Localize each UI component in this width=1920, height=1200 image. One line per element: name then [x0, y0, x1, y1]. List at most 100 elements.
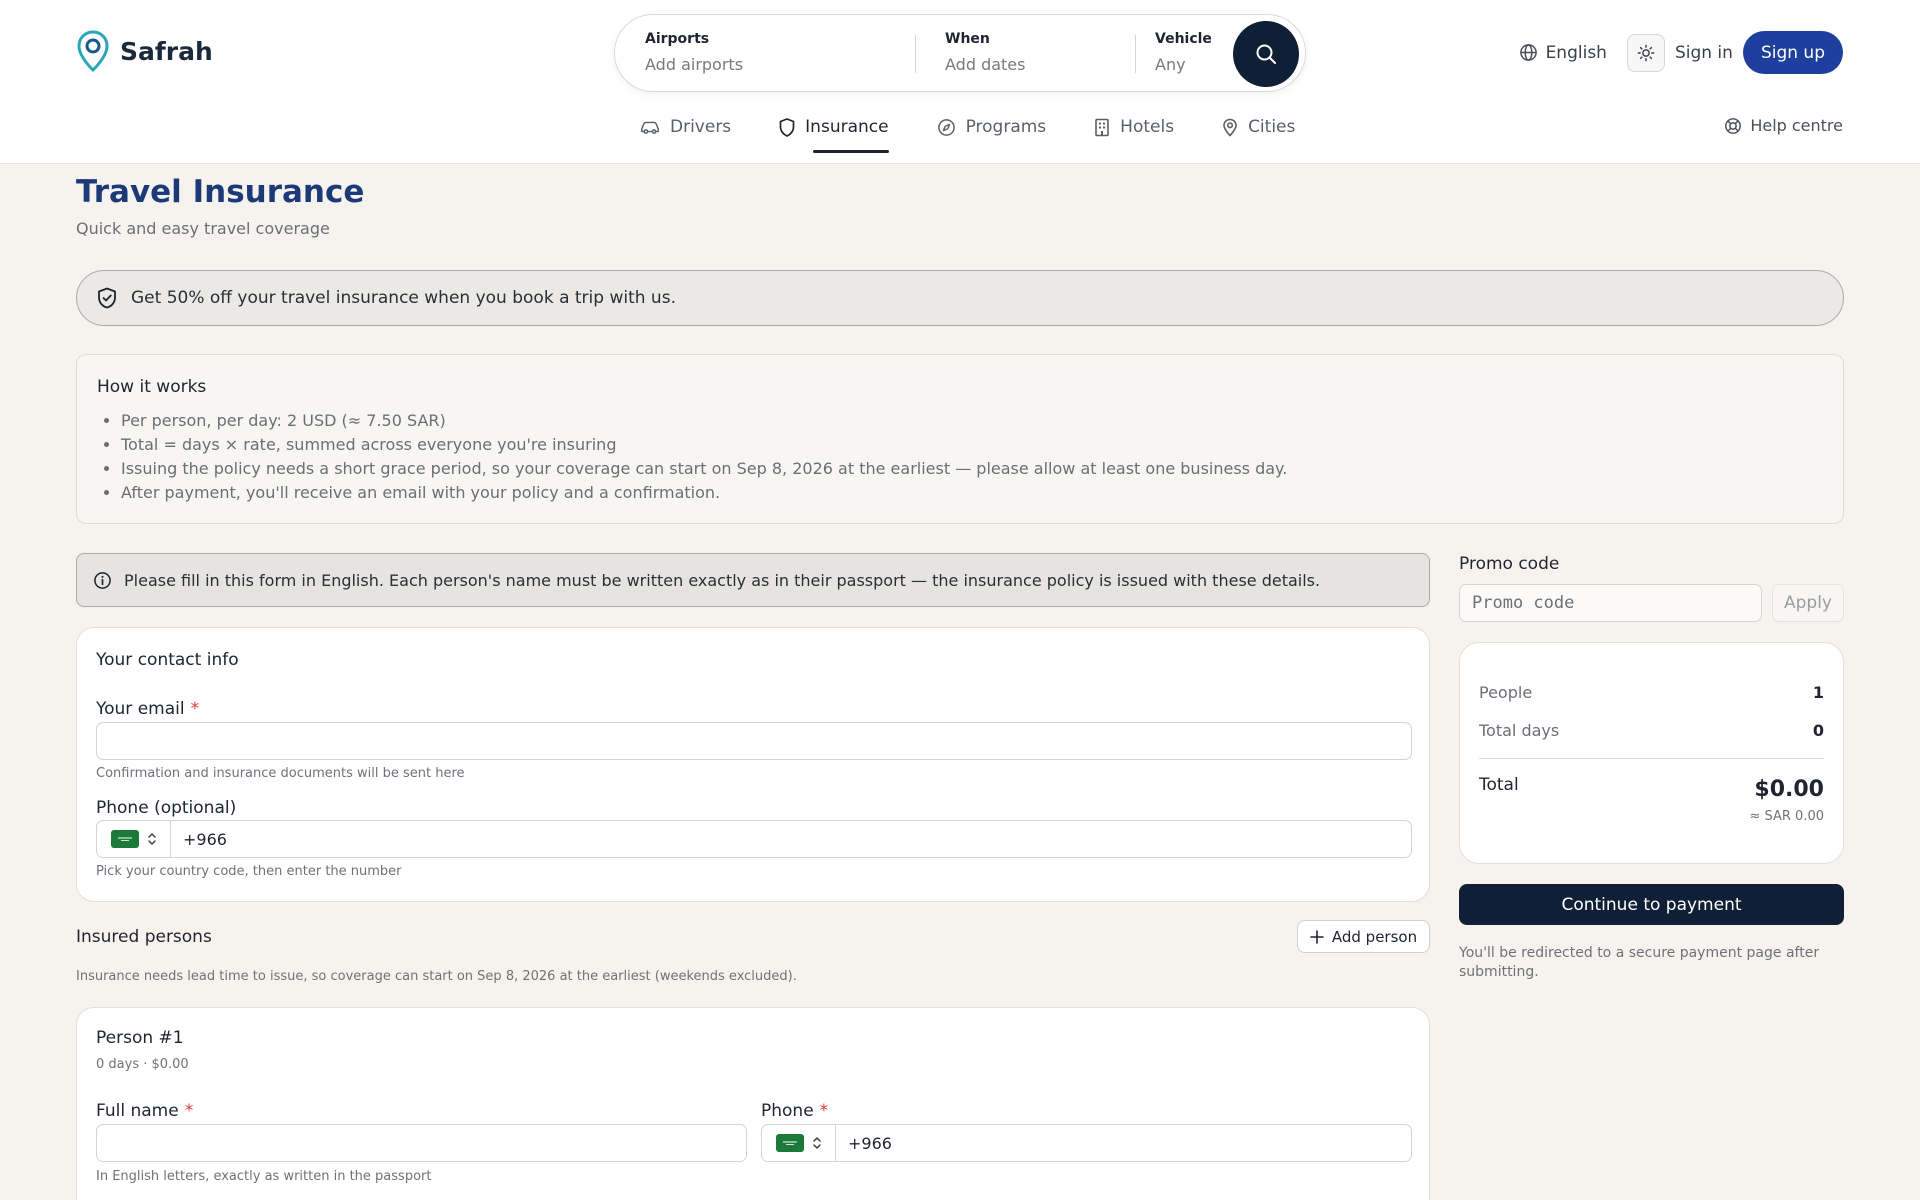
country-code-select[interactable]	[762, 1125, 836, 1161]
when-label: When	[945, 31, 990, 47]
nav-label: Cities	[1248, 117, 1296, 137]
vehicle-field[interactable]: Vehicle Any	[1155, 31, 1212, 74]
list-item: Issuing the policy needs a short grace p…	[121, 457, 1823, 481]
car-icon	[640, 119, 660, 135]
summary-divider	[1479, 758, 1824, 759]
language-label: English	[1545, 42, 1607, 63]
nav-item-drivers[interactable]: Drivers	[640, 114, 731, 140]
top-actions: English Sign in Sign up	[1519, 31, 1843, 74]
saudi-flag-icon	[776, 1134, 804, 1152]
people-value: 1	[1812, 683, 1824, 702]
nav-label: Hotels	[1120, 117, 1175, 137]
contact-info-title: Your contact info	[96, 650, 239, 670]
notice-text: Please fill in this form in English. Eac…	[124, 570, 1321, 590]
vehicle-value: Any	[1155, 55, 1186, 74]
search-divider	[915, 35, 916, 73]
globe-icon	[1519, 43, 1538, 62]
top-header: Safrah Airports Add airports When Add da…	[0, 0, 1920, 164]
full-name-label-text: Full name	[96, 1101, 179, 1121]
nav-item-insurance[interactable]: Insurance	[779, 114, 889, 153]
email-field[interactable]	[96, 722, 1412, 760]
english-form-notice: Please fill in this form in English. Eac…	[76, 553, 1430, 607]
add-person-button[interactable]: Add person	[1297, 920, 1430, 953]
list-item: Per person, per day: 2 USD (≈ 7.50 SAR)	[121, 409, 1823, 433]
lifebuoy-icon	[1724, 117, 1742, 135]
people-label: People	[1479, 683, 1533, 702]
shield-check-icon	[97, 287, 117, 309]
nav-item-hotels[interactable]: Hotels	[1094, 114, 1174, 140]
contact-info-card: Your contact info Your email * Confirmati…	[76, 627, 1430, 902]
required-mark: *	[819, 1101, 829, 1121]
phone-number-input[interactable]: +966	[171, 830, 227, 849]
when-field[interactable]: When Add dates	[945, 31, 1025, 74]
brand-logo[interactable]: Safrah	[76, 30, 213, 72]
how-it-works-panel: How it works Per person, per day: 2 USD …	[76, 354, 1844, 524]
person-phone-number-input[interactable]: +966	[836, 1134, 892, 1153]
summary-days-row: Total days 0	[1479, 721, 1824, 740]
apply-promo-button[interactable]: Apply	[1772, 584, 1844, 622]
insured-persons-note: Insurance needs lead time to issue, so c…	[76, 969, 797, 984]
email-label: Your email *	[96, 699, 199, 719]
person-phone-label-text: Phone	[761, 1101, 814, 1121]
theme-toggle-button[interactable]	[1626, 33, 1665, 72]
page-title: Travel Insurance	[76, 174, 365, 210]
order-summary: People 1 Total days 0 Total $0.00 ≈ SAR …	[1459, 642, 1844, 864]
phone-field: +966	[96, 820, 1412, 858]
brand-name: Safrah	[120, 36, 213, 66]
full-name-label: Full name *	[96, 1101, 193, 1121]
compass-icon	[937, 118, 956, 137]
nav-item-cities[interactable]: Cities	[1222, 114, 1295, 140]
airports-value: Add airports	[645, 55, 744, 74]
full-name-field[interactable]	[96, 1124, 747, 1162]
how-it-works-list: Per person, per day: 2 USD (≈ 7.50 SAR) …	[97, 409, 1823, 505]
days-label: Total days	[1479, 721, 1560, 740]
continue-to-payment-button[interactable]: Continue to payment	[1459, 884, 1844, 925]
add-person-label: Add person	[1331, 927, 1418, 946]
vehicle-label: Vehicle	[1155, 31, 1212, 47]
email-label-text: Your email	[96, 699, 185, 719]
main-nav: Drivers Insurance Programs Hotels Cities	[640, 114, 1295, 153]
promo-code-input[interactable]: Promo code	[1459, 584, 1762, 622]
email-hint: Confirmation and insurance documents wil…	[96, 766, 465, 781]
sign-in-link[interactable]: Sign in	[1675, 43, 1733, 63]
insured-persons-title: Insured persons	[76, 927, 212, 947]
full-name-hint: In English letters, exactly as written i…	[96, 1169, 432, 1184]
person-card: Person #1 0 days · $0.00 Full name * In E…	[76, 1007, 1430, 1200]
search-icon	[1254, 42, 1278, 66]
shield-icon	[779, 117, 795, 137]
banner-text: Get 50% off your travel insurance when y…	[131, 288, 676, 308]
required-mark: *	[184, 1101, 194, 1121]
map-pin-logo-icon	[76, 30, 110, 72]
language-selector[interactable]: English	[1519, 43, 1607, 63]
info-icon	[93, 571, 112, 590]
nav-item-programs[interactable]: Programs	[937, 114, 1047, 140]
list-item: After payment, you'll receive an email w…	[121, 481, 1823, 505]
phone-label: Phone (optional)	[96, 798, 237, 818]
person-phone-label: Phone *	[761, 1101, 828, 1121]
search-bar[interactable]: Airports Add airports When Add dates Veh…	[614, 14, 1306, 92]
search-button[interactable]	[1233, 21, 1299, 87]
airports-field[interactable]: Airports Add airports	[645, 31, 743, 74]
payment-redirect-note: You'll be redirected to a secure payment…	[1459, 945, 1820, 980]
person-phone-field: +966	[761, 1124, 1412, 1162]
country-code-select[interactable]	[97, 821, 171, 857]
help-centre-link[interactable]: Help centre	[1724, 116, 1843, 135]
sign-up-button[interactable]: Sign up	[1742, 31, 1843, 74]
list-item: Total = days × rate, summed across every…	[121, 433, 1823, 457]
person-title: Person #1	[96, 1028, 184, 1048]
nav-label: Insurance	[805, 117, 889, 137]
summary-people-row: People 1	[1479, 683, 1824, 702]
required-mark: *	[190, 699, 200, 719]
promo-code-label: Promo code	[1459, 554, 1560, 574]
saudi-flag-icon	[111, 830, 139, 848]
nav-label: Programs	[965, 117, 1047, 137]
nav-label: Drivers	[670, 117, 732, 137]
how-it-works-title: How it works	[97, 377, 207, 397]
days-value: 0	[1812, 721, 1824, 740]
airports-label: Airports	[645, 31, 710, 47]
chevron-up-down-icon	[147, 832, 157, 846]
sun-icon	[1637, 44, 1655, 62]
phone-hint: Pick your country code, then enter the n…	[96, 864, 402, 879]
search-divider	[1135, 35, 1136, 73]
map-pin-icon	[1222, 118, 1238, 137]
